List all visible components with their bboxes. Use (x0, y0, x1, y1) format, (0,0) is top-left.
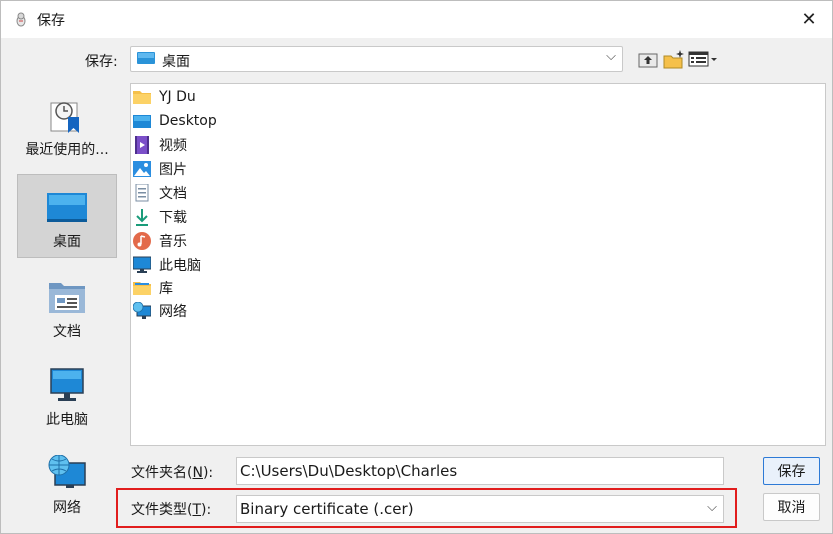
title-bar: 保存 ✕ (1, 1, 832, 38)
network-icon (48, 455, 86, 488)
close-icon: ✕ (801, 9, 817, 30)
place-documents[interactable]: 文档 (17, 265, 117, 349)
download-icon (136, 209, 148, 226)
file-name: 图片 (159, 162, 187, 178)
file-name: 下载 (159, 210, 187, 226)
save-in-dropdown[interactable]: 桌面 ⌵ (130, 46, 623, 72)
file-name: 网络 (159, 304, 187, 320)
folder-name-input[interactable] (236, 457, 724, 485)
new-folder-icon (663, 50, 684, 69)
up-folder-icon (638, 53, 658, 68)
document-icon (135, 184, 149, 202)
desktop-icon (133, 115, 151, 128)
desktop-icon (47, 193, 87, 222)
list-item[interactable]: YJ Du (133, 86, 196, 108)
list-item[interactable]: 此电脑 (133, 254, 201, 276)
computer-icon (50, 368, 84, 401)
place-recent[interactable]: 最近使用的... (17, 83, 117, 167)
chevron-down-icon: ⌵ (606, 49, 616, 64)
place-label: 桌面 (53, 234, 81, 250)
place-network[interactable]: 网络 (17, 441, 117, 525)
places-bar: 最近使用的... 桌面 文档 此电脑 网络 (7, 83, 127, 523)
list-item[interactable]: 网络 (133, 300, 187, 322)
music-icon (133, 232, 151, 250)
video-icon (135, 136, 149, 154)
file-name: 库 (159, 281, 173, 297)
list-item[interactable]: 音乐 (133, 230, 187, 252)
file-list[interactable]: YJ Du Desktop 视频 图片 文档 下载 音乐 此电脑 库 网络 (130, 83, 826, 446)
picture-icon (133, 161, 151, 177)
list-item[interactable]: Desktop (133, 110, 217, 132)
place-desktop[interactable]: 桌面 (17, 174, 117, 258)
window-title: 保存 (37, 13, 65, 29)
list-item[interactable]: 图片 (133, 158, 187, 180)
list-item[interactable]: 下载 (133, 206, 187, 228)
folder-name-label: 文件夹名(N): (131, 465, 214, 481)
file-name: 文档 (159, 186, 187, 202)
list-item[interactable]: 视频 (133, 134, 187, 156)
view-menu-button[interactable] (687, 48, 719, 70)
save-in-label: 保存: (85, 54, 118, 70)
place-label: 网络 (53, 500, 81, 516)
file-name: 此电脑 (159, 258, 201, 274)
place-label: 最近使用的... (25, 142, 109, 158)
computer-icon (133, 256, 151, 273)
save-in-value: 桌面 (162, 54, 190, 70)
network-icon (133, 302, 151, 319)
file-name: YJ Du (159, 89, 196, 105)
place-label: 此电脑 (46, 412, 88, 428)
list-item[interactable]: 文档 (133, 182, 187, 204)
cancel-button[interactable]: 取消 (763, 493, 820, 521)
documents-icon (49, 283, 85, 313)
user-folder-icon (133, 91, 151, 104)
save-dialog: 保存 ✕ 保存: 桌面 ⌵ 最近使用的... 桌面 文档 此电脑 网络 YJ D… (0, 0, 833, 534)
file-name: Desktop (159, 113, 217, 129)
place-this-pc[interactable]: 此电脑 (17, 353, 117, 437)
recent-icon (50, 102, 79, 133)
highlight-annotation (116, 488, 737, 528)
view-menu-icon (688, 51, 717, 67)
list-item[interactable]: 库 (133, 277, 173, 299)
file-name: 视频 (159, 138, 187, 154)
desktop-icon (137, 52, 155, 64)
library-icon (133, 282, 151, 295)
close-button[interactable]: ✕ (786, 1, 832, 38)
file-name: 音乐 (159, 234, 187, 250)
new-folder-button[interactable] (662, 48, 686, 70)
place-label: 文档 (53, 324, 81, 340)
up-folder-button[interactable] (637, 48, 659, 70)
save-button[interactable]: 保存 (763, 457, 820, 485)
app-icon (16, 12, 26, 27)
